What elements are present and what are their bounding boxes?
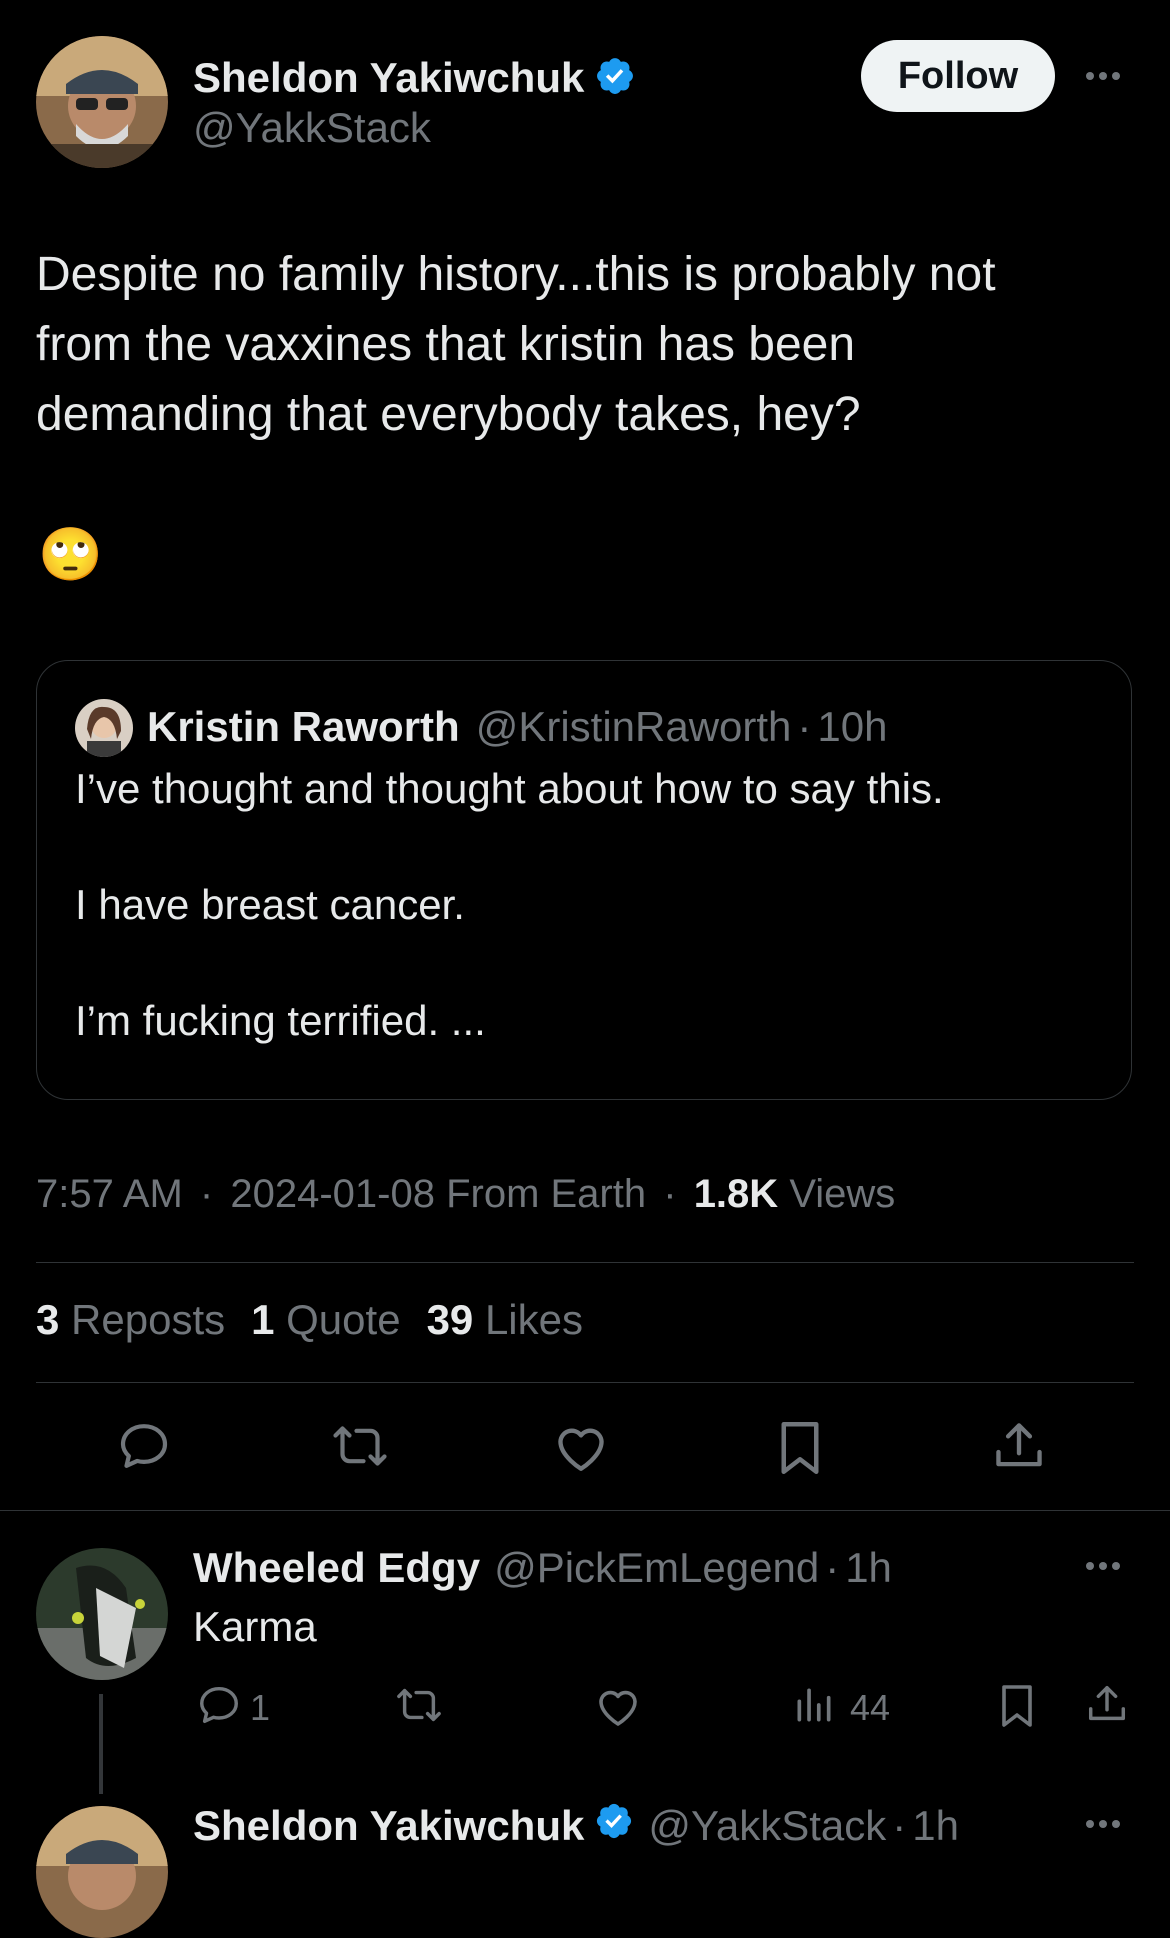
divider: [0, 1510, 1170, 1511]
tweet-emoji: 🙄: [38, 526, 103, 584]
views-bar-chart-icon: [792, 1682, 836, 1733]
reply-author-handle[interactable]: @PickEmLegend: [494, 1544, 819, 1592]
quoted-separator: ·: [797, 703, 812, 750]
quoted-text-line1: I’ve thought and thought about how to sa…: [75, 765, 944, 812]
more-options-icon[interactable]: [1086, 72, 1120, 80]
likes-label: Likes: [484, 1296, 584, 1343]
quote-count: 1: [251, 1296, 275, 1343]
reply-author-avatar[interactable]: [36, 1548, 168, 1680]
next-reply-header: Sheldon Yakiwchuk @YakkStack · 1h: [193, 1796, 959, 1856]
author-avatar[interactable]: [36, 36, 168, 168]
repost-icon[interactable]: [330, 1418, 390, 1474]
quoted-author-name: Kristin Raworth: [147, 703, 460, 750]
bookmark-icon[interactable]: [774, 1418, 826, 1478]
likes-count: 39: [426, 1296, 474, 1343]
views-count: 1.8K: [693, 1172, 779, 1216]
quoted-text-line3: I’m fucking terrified. ...: [75, 997, 486, 1044]
reply-reply-button[interactable]: 1: [196, 1682, 270, 1733]
meta-separator: ·: [663, 1172, 677, 1216]
tweet-text: Despite no family history...this is prob…: [36, 248, 996, 441]
reply-author-name[interactable]: Wheeled Edgy: [193, 1544, 480, 1592]
reply-separator: ·: [825, 1544, 840, 1591]
views-label: Views: [789, 1172, 896, 1216]
meta-separator: ·: [199, 1172, 214, 1216]
reply-header: Wheeled Edgy @PickEmLegend · 1h: [193, 1538, 892, 1598]
next-reply-avatar[interactable]: [36, 1806, 168, 1938]
like-icon[interactable]: [552, 1420, 610, 1474]
reply-icon: [196, 1682, 242, 1733]
tweet-stats: 3 Reposts 1 Quote 39 Likes: [36, 1296, 583, 1344]
next-reply-timestamp[interactable]: 1h: [912, 1802, 959, 1850]
quoted-text-line2: I have breast cancer.: [75, 881, 465, 928]
divider: [36, 1382, 1134, 1383]
reposts-count: 3: [36, 1296, 60, 1343]
quoted-timestamp: 10h: [817, 703, 888, 750]
bookmark-icon[interactable]: [996, 1682, 1038, 1730]
thread-line: [99, 1694, 103, 1794]
quoted-tweet-card[interactable]: Kristin Raworth @KristinRaworth · 10h I’…: [36, 660, 1132, 1100]
next-reply-author-name[interactable]: Sheldon Yakiwchuk: [193, 1802, 584, 1850]
follow-button[interactable]: Follow: [861, 40, 1055, 112]
reply-timestamp[interactable]: 1h: [845, 1544, 892, 1592]
reply-count: 1: [250, 1686, 271, 1728]
tweet-meta: 7:57 AM · 2024-01-08 From Earth · 1.8K V…: [36, 1172, 895, 1217]
tweet-time[interactable]: 7:57 AM: [36, 1172, 183, 1216]
divider: [36, 1262, 1134, 1263]
reposts-stat[interactable]: 3 Reposts: [36, 1296, 225, 1344]
quote-label: Quote: [286, 1296, 401, 1343]
author-name[interactable]: Sheldon Yakiwchuk: [193, 54, 584, 102]
reply-more-options-icon[interactable]: [1086, 1562, 1120, 1570]
next-reply-separator: ·: [892, 1802, 907, 1849]
reply-text: Karma: [193, 1603, 317, 1650]
share-icon[interactable]: [990, 1416, 1048, 1476]
next-reply-more-options-icon[interactable]: [1086, 1820, 1120, 1828]
repost-icon[interactable]: [394, 1682, 444, 1728]
share-icon[interactable]: [1084, 1680, 1130, 1728]
quotes-stat[interactable]: 1 Quote: [251, 1296, 400, 1344]
next-reply-author-handle[interactable]: @YakkStack: [648, 1802, 886, 1850]
quoted-author-avatar: [75, 699, 133, 757]
quoted-header: Kristin Raworth @KristinRaworth · 10h: [147, 697, 887, 757]
reply-icon[interactable]: [116, 1418, 172, 1474]
author-handle[interactable]: @YakkStack: [193, 104, 431, 152]
like-icon[interactable]: [594, 1684, 642, 1728]
author-name-row[interactable]: Sheldon Yakiwchuk: [193, 48, 636, 108]
verified-badge-icon: [594, 55, 636, 102]
reply-views-button[interactable]: 44: [792, 1682, 890, 1733]
quoted-author-handle: @KristinRaworth: [475, 703, 792, 750]
likes-stat[interactable]: 39 Likes: [427, 1296, 583, 1344]
reply-views-count: 44: [850, 1686, 891, 1728]
tweet-date-source[interactable]: 2024-01-08 From Earth: [230, 1172, 646, 1216]
reposts-label: Reposts: [71, 1296, 226, 1343]
verified-badge-icon: [594, 1801, 634, 1851]
